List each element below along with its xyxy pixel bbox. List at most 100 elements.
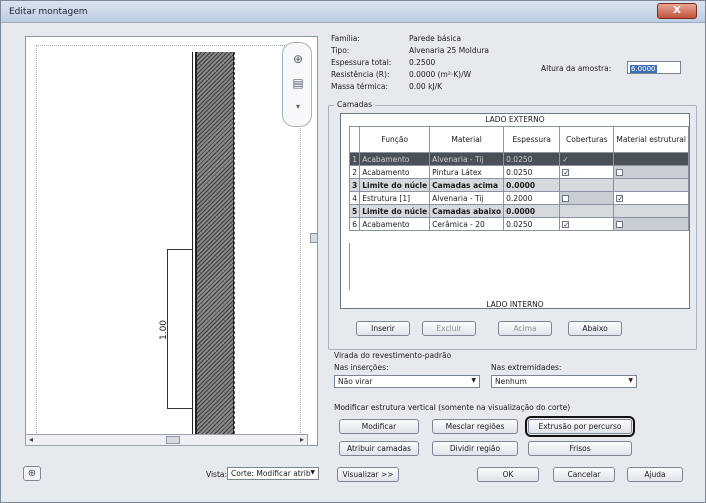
table-row[interactable]: 5 Limite do núcle Camadas abaixo 0.0000: [348, 204, 689, 218]
zoom-icon[interactable]: ⊕: [23, 466, 41, 481]
scroll-left-icon[interactable]: ◂: [29, 435, 33, 444]
sample-height-input[interactable]: 6.0000: [627, 61, 681, 74]
thermal-mass-value: 0.00 kJ/K: [409, 82, 443, 91]
wrapping-title: Virada do revestimento-padrão: [334, 351, 452, 360]
at-inserts-select[interactable]: Não virar ▼: [334, 375, 480, 388]
scrollbar-thumb[interactable]: [166, 436, 180, 444]
cell-material[interactable]: Cerâmica - 20: [429, 217, 505, 231]
sweeps-button[interactable]: Extrusão por percurso: [525, 416, 635, 437]
cell-material[interactable]: Camadas abaixo: [429, 204, 505, 218]
scroll-right-icon[interactable]: ▸: [300, 435, 304, 444]
preview-toggle-button[interactable]: Visualizar >>: [337, 467, 399, 482]
close-button[interactable]: X: [657, 3, 697, 19]
structural-checkbox[interactable]: [616, 169, 624, 176]
row-index: 4: [348, 191, 361, 205]
layers-table: Função Material Espessura Coberturas Mat…: [348, 126, 689, 231]
thickness-label: Espessura total:: [331, 58, 392, 67]
cell-material[interactable]: Alvenaria - Tij: [429, 152, 505, 166]
cell-thickness[interactable]: 0.0000: [503, 204, 561, 218]
wraps-checkbox[interactable]: [562, 195, 570, 202]
table-row[interactable]: 6 Acabamento Cerâmica - 20 0.0250 ✓: [348, 217, 689, 231]
header-material: Material: [429, 126, 505, 153]
wraps-checkbox[interactable]: ✓: [562, 169, 570, 177]
cell-thickness[interactable]: 0.0250: [503, 165, 561, 179]
cancel-button[interactable]: Cancelar: [553, 467, 615, 482]
table-row[interactable]: 3 Limite do núcle Camadas acima 0.0000: [348, 178, 689, 192]
assign-layers-button[interactable]: Atribuir camadas: [339, 441, 419, 456]
modify-button[interactable]: Modificar: [339, 419, 419, 434]
reveals-button[interactable]: Frisos: [528, 441, 632, 456]
title-bar: Editar montagem X: [1, 1, 705, 23]
cell-thickness[interactable]: 0.0000: [503, 178, 561, 192]
cell-thickness[interactable]: 0.0250: [503, 152, 561, 166]
header-thickness: Espessura: [503, 126, 561, 153]
at-ends-select[interactable]: Nenhum ▼: [491, 375, 637, 388]
preview-horizontal-scrollbar[interactable]: ◂ ▸: [25, 434, 308, 446]
cell-structural[interactable]: [613, 217, 689, 231]
header-structural: Material estrutural: [613, 126, 689, 153]
cell-thickness[interactable]: 0.2000: [503, 191, 561, 205]
cell-function[interactable]: Estrutura [1]: [359, 191, 431, 205]
row-index: 3: [348, 178, 361, 192]
delete-button[interactable]: Excluir: [422, 321, 476, 336]
splitter-handle[interactable]: [310, 233, 318, 243]
cell-function[interactable]: Acabamento: [359, 165, 431, 179]
row-index: 6: [348, 217, 361, 231]
edit-assembly-dialog: Editar montagem X 1.00 ⊕ ▤ ▾ ◂ ▸ Família…: [0, 0, 706, 503]
table-row[interactable]: 2 Acabamento Pintura Látex 0.0250 ✓: [348, 165, 689, 179]
move-down-button[interactable]: Abaixo: [568, 321, 622, 336]
view-select[interactable]: Corte: Modificar atrib ▼: [227, 467, 319, 480]
table-row[interactable]: 4 Estrutura [1] Alvenaria - Tij 0.2000 ✓: [348, 191, 689, 205]
cell-wraps[interactable]: ✓: [559, 152, 615, 166]
header-function: Função: [359, 126, 431, 153]
structural-checkbox[interactable]: [616, 221, 624, 228]
move-up-button[interactable]: Acima: [498, 321, 552, 336]
cell-wraps[interactable]: ✓: [559, 217, 615, 231]
merge-regions-button[interactable]: Mesclar regiões: [432, 419, 518, 434]
cell-material[interactable]: Pintura Látex: [429, 165, 505, 179]
insert-button[interactable]: Inserir: [356, 321, 410, 336]
sample-height-label: Altura da amostra:: [541, 64, 612, 73]
table-empty-area: [349, 243, 682, 290]
chevron-down-icon: ▼: [628, 377, 633, 384]
at-inserts-label: Nas inserções:: [334, 363, 389, 372]
resistance-label: Resistência (R):: [331, 70, 390, 79]
cell-function[interactable]: Acabamento: [359, 152, 431, 166]
header-wraps: Coberturas: [559, 126, 615, 153]
wraps-check[interactable]: ✓: [562, 155, 568, 164]
cell-function[interactable]: Acabamento: [359, 217, 431, 231]
menu-icon[interactable]: ▾: [290, 99, 306, 115]
help-button[interactable]: Ajuda: [627, 467, 683, 482]
cell-material[interactable]: Alvenaria - Tij: [429, 191, 505, 205]
row-index: 1: [348, 152, 361, 166]
zoom-icon[interactable]: ⊕: [290, 51, 306, 67]
pan-icon[interactable]: ▤: [290, 75, 306, 91]
cell-structural: [613, 204, 689, 218]
structural-checkbox[interactable]: ✓: [616, 195, 624, 203]
cell-function[interactable]: Limite do núcle: [359, 204, 431, 218]
ok-button[interactable]: OK: [477, 467, 539, 482]
cell-structural: [613, 178, 689, 192]
cell-structural[interactable]: [613, 165, 689, 179]
cell-thickness[interactable]: 0.0250: [503, 217, 561, 231]
at-ends-value: Nenhum: [495, 377, 527, 386]
resistance-value: 0.0000 (m²·K)/W: [409, 70, 472, 79]
cell-wraps[interactable]: ✓: [559, 165, 615, 179]
split-region-button[interactable]: Dividir região: [432, 441, 518, 456]
cell-wraps[interactable]: [559, 191, 615, 205]
preview-pane[interactable]: 1.00 ⊕ ▤ ▾: [25, 36, 318, 446]
interior-side-label: LADO INTERNO: [486, 300, 544, 309]
cell-structural[interactable]: [613, 152, 689, 166]
thickness-value: 0.2500: [409, 58, 436, 67]
sample-height-value: 6.0000: [630, 65, 657, 73]
table-row[interactable]: 1 Acabamento Alvenaria - Tij 0.0250 ✓: [348, 152, 689, 166]
layers-table-container: LADO EXTERNO Função Material Espessura C…: [340, 113, 690, 309]
view-value: Corte: Modificar atrib: [231, 469, 311, 478]
view-label: Vista:: [206, 470, 228, 479]
cell-structural[interactable]: ✓: [613, 191, 689, 205]
wraps-checkbox[interactable]: ✓: [562, 221, 570, 229]
cell-material[interactable]: Camadas acima: [429, 178, 505, 192]
cell-function[interactable]: Limite do núcle: [359, 178, 431, 192]
navigation-bar[interactable]: ⊕ ▤ ▾: [282, 42, 312, 127]
at-ends-label: Nas extremidades:: [491, 363, 562, 372]
